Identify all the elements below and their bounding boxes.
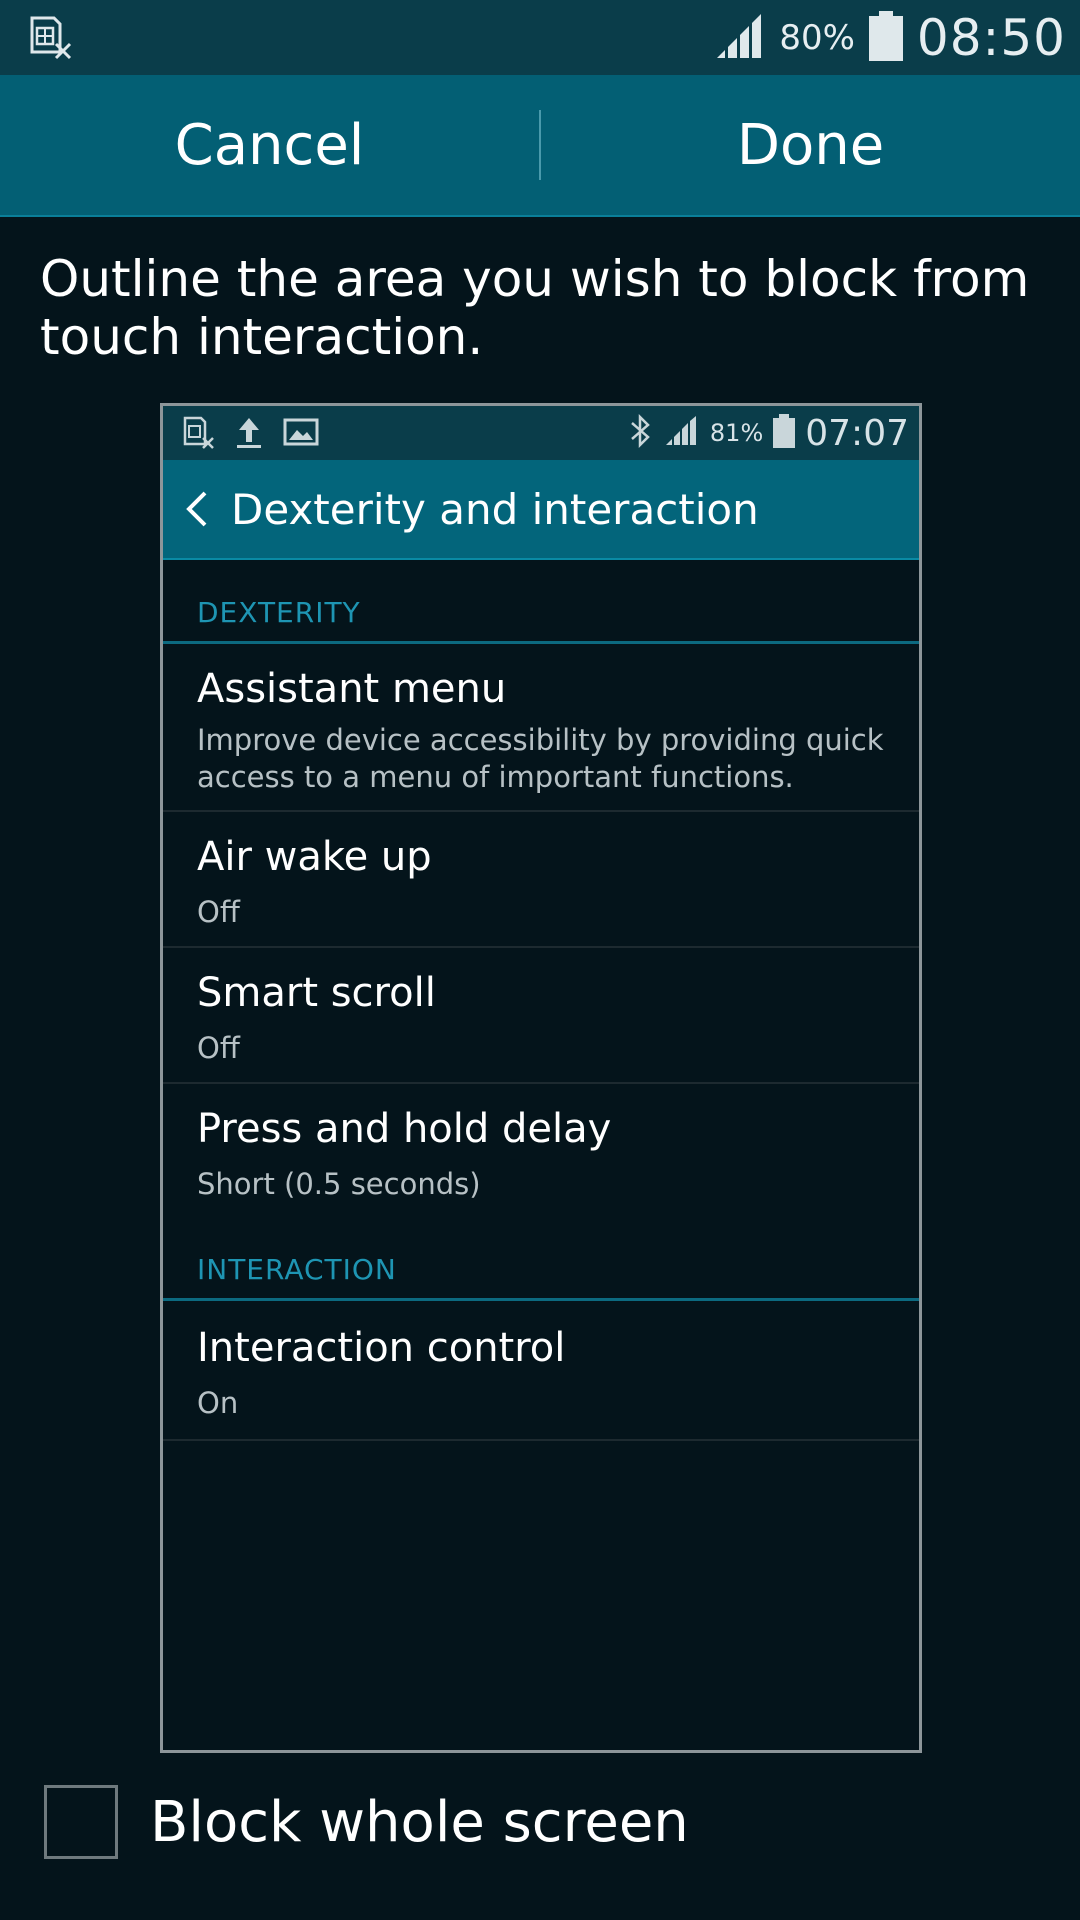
preview-clock: 07:07 (805, 412, 909, 454)
preview-battery-icon (773, 414, 796, 452)
section-header: DEXTERITY (197, 596, 361, 629)
item-subtitle: Off (197, 1031, 240, 1065)
list-item-smart-scroll: Smart scroll Off (163, 948, 919, 1084)
block-whole-screen-checkbox[interactable] (44, 1785, 118, 1859)
item-title: Interaction control (197, 1325, 566, 1371)
list-item-air-wake-up: Air wake up Off (163, 812, 919, 948)
done-button[interactable]: Done (541, 75, 1080, 215)
item-subtitle: Improve device accessibility by providin… (197, 723, 884, 794)
preview-signal-icon (664, 415, 700, 451)
cancel-button[interactable]: Cancel (0, 75, 539, 215)
preview-status-bar: 81% 07:07 (163, 406, 919, 460)
list-item-press-and-hold-delay: Press and hold delay Short (0.5 seconds) (163, 1084, 919, 1220)
clock: 08:50 (916, 8, 1066, 67)
preview-page-title: Dexterity and interaction (231, 484, 759, 534)
image-icon (283, 416, 319, 454)
item-divider (163, 1439, 919, 1441)
section-interaction: INTERACTION (163, 1253, 919, 1303)
battery-icon (868, 10, 903, 65)
item-title: Smart scroll (197, 970, 436, 1016)
signal-icon (713, 12, 765, 64)
item-title: Air wake up (197, 834, 432, 880)
item-subtitle: On (197, 1386, 239, 1420)
item-subtitle: Short (0.5 seconds) (197, 1167, 481, 1201)
preview-battery-percent: 81% (709, 419, 764, 447)
block-whole-screen-row[interactable]: Block whole screen (44, 1782, 689, 1862)
action-bar: Cancel Done (0, 75, 1080, 217)
section-dexterity: DEXTERITY (163, 596, 919, 646)
bluetooth-icon (628, 413, 654, 453)
screen-preview[interactable]: 81% 07:07 Dexterity and interaction DEXT… (160, 403, 922, 1753)
preview-action-bar: Dexterity and interaction (163, 460, 919, 560)
instruction-text: Outline the area you wish to block from … (40, 250, 1030, 366)
list-item-interaction-control: Interaction control On (163, 1301, 919, 1441)
preview-no-sim-icon (183, 416, 215, 454)
back-chevron-icon (183, 484, 223, 534)
upload-icon (235, 416, 263, 454)
item-title: Assistant menu (197, 666, 507, 712)
list-item-assistant-menu: Assistant menu Improve device accessibil… (163, 644, 919, 812)
item-subtitle: Off (197, 895, 240, 929)
battery-percent: 80% (779, 17, 855, 58)
item-title: Press and hold delay (197, 1106, 612, 1152)
section-header: INTERACTION (197, 1253, 397, 1286)
status-bar: 80% 08:50 (0, 0, 1080, 75)
no-sim-icon (28, 14, 74, 64)
block-whole-screen-label[interactable]: Block whole screen (150, 1790, 689, 1855)
